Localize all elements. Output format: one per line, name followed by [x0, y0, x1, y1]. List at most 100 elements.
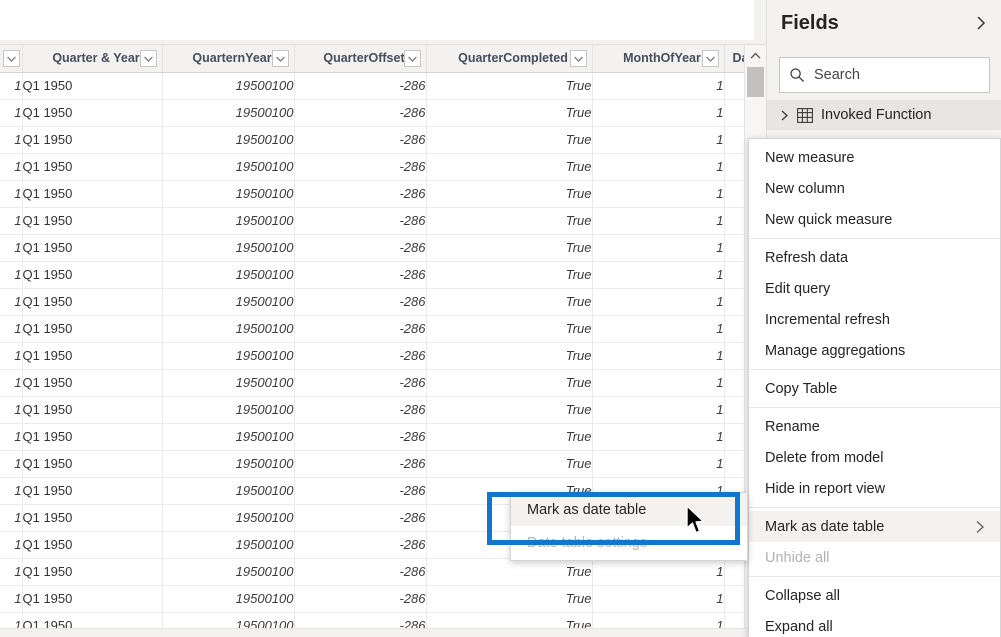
- cell-quarternyear[interactable]: 19500100: [162, 180, 295, 208]
- cell-quarter_year[interactable]: Q1 1950: [22, 99, 163, 127]
- table-row[interactable]: 1Q1 195019500100-286True1: [0, 612, 766, 628]
- cell-quarter_year[interactable]: Q1 1950: [22, 423, 163, 451]
- cell-monthofyear[interactable]: 1: [592, 423, 725, 451]
- cell-quarteroffset[interactable]: -286: [294, 234, 427, 262]
- cell-quarternyear[interactable]: 19500100: [162, 126, 295, 154]
- cell-quartercompleted[interactable]: True: [426, 315, 593, 343]
- cell-rownum[interactable]: 1: [0, 288, 23, 316]
- cell-quarternyear[interactable]: 19500100: [162, 72, 295, 100]
- cell-quarter_year[interactable]: Q1 1950: [22, 585, 163, 613]
- cell-quartercompleted[interactable]: True: [426, 450, 593, 478]
- cell-quarternyear[interactable]: 19500100: [162, 585, 295, 613]
- cell-quarteroffset[interactable]: -286: [294, 504, 427, 532]
- cell-quarteroffset[interactable]: -286: [294, 72, 427, 100]
- cell-quartercompleted[interactable]: True: [426, 99, 593, 127]
- cell-quarternyear[interactable]: 19500100: [162, 261, 295, 289]
- table-row[interactable]: 1Q1 195019500100-286True1: [0, 558, 766, 586]
- table-row[interactable]: 1Q1 195019500100-286True1: [0, 342, 766, 370]
- cell-quarternyear[interactable]: 19500100: [162, 315, 295, 343]
- table-row[interactable]: 1Q1 195019500100-286True1: [0, 369, 766, 397]
- cell-quarternyear[interactable]: 19500100: [162, 558, 295, 586]
- table-row[interactable]: 1Q1 195019500100-286True1: [0, 72, 766, 100]
- cell-monthofyear[interactable]: 1: [592, 342, 725, 370]
- context-menu-item[interactable]: Expand all: [749, 611, 1000, 637]
- cell-quarteroffset[interactable]: -286: [294, 261, 427, 289]
- context-menu-item[interactable]: Delete from model: [749, 442, 1000, 473]
- cell-monthofyear[interactable]: 1: [592, 126, 725, 154]
- cell-rownum[interactable]: 1: [0, 612, 23, 628]
- cell-quarteroffset[interactable]: -286: [294, 99, 427, 127]
- cell-quarter_year[interactable]: Q1 1950: [22, 234, 163, 262]
- cell-quarternyear[interactable]: 19500100: [162, 99, 295, 127]
- cell-rownum[interactable]: 1: [0, 315, 23, 343]
- cell-quartercompleted[interactable]: True: [426, 369, 593, 397]
- cell-quarteroffset[interactable]: -286: [294, 531, 427, 559]
- cell-monthofyear[interactable]: 1: [592, 288, 725, 316]
- table-row[interactable]: 1Q1 195019500100-286True1: [0, 396, 766, 424]
- grid-vertical-scrollbar-thumb[interactable]: [747, 67, 764, 97]
- cell-quarteroffset[interactable]: -286: [294, 585, 427, 613]
- cell-quarternyear[interactable]: 19500100: [162, 477, 295, 505]
- cell-quarter_year[interactable]: Q1 1950: [22, 558, 163, 586]
- column-filter-dropdown-icon[interactable]: [2, 50, 20, 67]
- context-menu-item[interactable]: Rename: [749, 411, 1000, 442]
- cell-quartercompleted[interactable]: True: [426, 585, 593, 613]
- cell-quarternyear[interactable]: 19500100: [162, 288, 295, 316]
- column-header-quarteroffset[interactable]: QuarterOffset: [294, 45, 427, 73]
- context-menu-item[interactable]: New measure: [749, 142, 1000, 173]
- cell-rownum[interactable]: 1: [0, 207, 23, 235]
- chevron-right-icon[interactable]: [779, 109, 793, 122]
- column-filter-dropdown-icon[interactable]: [701, 50, 719, 67]
- cell-quartercompleted[interactable]: True: [426, 72, 593, 100]
- table-row[interactable]: 1Q1 195019500100-286True1: [0, 234, 766, 262]
- cell-quarternyear[interactable]: 19500100: [162, 450, 295, 478]
- column-header-monthofyear[interactable]: MonthOfYear: [592, 45, 725, 73]
- cell-monthofyear[interactable]: 1: [592, 558, 725, 586]
- cell-monthofyear[interactable]: 1: [592, 72, 725, 100]
- cell-quarteroffset[interactable]: -286: [294, 612, 427, 628]
- cell-quarter_year[interactable]: Q1 1950: [22, 207, 163, 235]
- table-row[interactable]: 1Q1 195019500100-286True1: [0, 585, 766, 613]
- cell-quarter_year[interactable]: Q1 1950: [22, 531, 163, 559]
- context-menu-item[interactable]: Edit query: [749, 273, 1000, 304]
- cell-quarteroffset[interactable]: -286: [294, 423, 427, 451]
- cell-rownum[interactable]: 1: [0, 234, 23, 262]
- cell-quarteroffset[interactable]: -286: [294, 153, 427, 181]
- cell-quartercompleted[interactable]: True: [426, 342, 593, 370]
- cell-quarteroffset[interactable]: -286: [294, 342, 427, 370]
- table-row[interactable]: 1Q1 195019500100-286True1: [0, 207, 766, 235]
- cell-quartercompleted[interactable]: True: [426, 612, 593, 628]
- table-row[interactable]: 1Q1 195019500100-286True1: [0, 180, 766, 208]
- table-row[interactable]: 1Q1 195019500100-286True1: [0, 261, 766, 289]
- cell-quartercompleted[interactable]: True: [426, 207, 593, 235]
- cell-quartercompleted[interactable]: True: [426, 234, 593, 262]
- cell-quarteroffset[interactable]: -286: [294, 369, 427, 397]
- cell-quarter_year[interactable]: Q1 1950: [22, 72, 163, 100]
- cell-quartercompleted[interactable]: True: [426, 153, 593, 181]
- mark-as-date-table-submenu[interactable]: Mark as date table Date table settings: [510, 492, 748, 561]
- column-header-rownum[interactable]: [0, 45, 23, 73]
- context-menu-item[interactable]: Refresh data: [749, 242, 1000, 273]
- cell-quarter_year[interactable]: Q1 1950: [22, 126, 163, 154]
- cell-quartercompleted[interactable]: True: [426, 288, 593, 316]
- cell-rownum[interactable]: 1: [0, 504, 23, 532]
- cell-quarteroffset[interactable]: -286: [294, 558, 427, 586]
- cell-quartercompleted[interactable]: True: [426, 558, 593, 586]
- cell-rownum[interactable]: 1: [0, 558, 23, 586]
- table-row[interactable]: 1Q1 195019500100-286True1: [0, 288, 766, 316]
- grid-horizontal-scrollbar[interactable]: [0, 628, 766, 637]
- cell-quarteroffset[interactable]: -286: [294, 207, 427, 235]
- submenu-item[interactable]: Mark as date table: [511, 493, 747, 526]
- column-header-quartercompleted[interactable]: QuarterCompleted: [426, 45, 593, 73]
- cell-rownum[interactable]: 1: [0, 450, 23, 478]
- cell-quartercompleted[interactable]: True: [426, 261, 593, 289]
- column-header-quarternyear[interactable]: QuarternYear: [162, 45, 295, 73]
- table-row[interactable]: 1Q1 195019500100-286True1: [0, 153, 766, 181]
- cell-quarternyear[interactable]: 19500100: [162, 207, 295, 235]
- cell-quarteroffset[interactable]: -286: [294, 450, 427, 478]
- context-menu-item[interactable]: Copy Table: [749, 373, 1000, 404]
- cell-quartercompleted[interactable]: True: [426, 396, 593, 424]
- cell-rownum[interactable]: 1: [0, 369, 23, 397]
- cell-rownum[interactable]: 1: [0, 153, 23, 181]
- cell-rownum[interactable]: 1: [0, 72, 23, 100]
